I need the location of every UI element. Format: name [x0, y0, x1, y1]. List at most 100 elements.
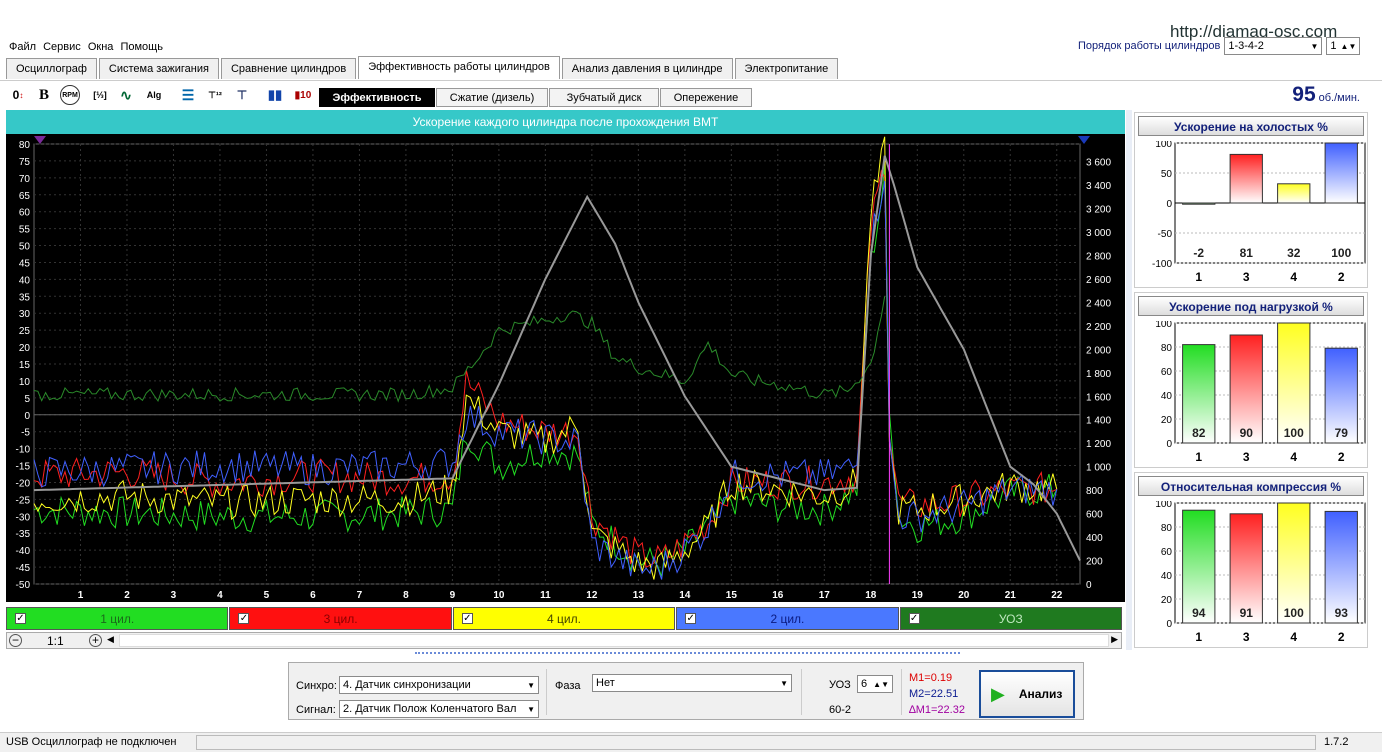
filter-icon[interactable]: ⊤ — [232, 85, 252, 105]
subtab-compression[interactable]: Сжатие (дизель) — [436, 88, 548, 107]
tab-power[interactable]: Электропитание — [734, 58, 839, 79]
subtab-efficiency[interactable]: Эффективность — [319, 88, 435, 107]
bar-category-label: 2 — [1338, 270, 1345, 284]
subtab-advance[interactable]: Опережение — [660, 88, 752, 107]
y2-tick-label: 3 600 — [1086, 158, 1111, 169]
numeric-scale-icon[interactable]: ⊤¹² — [205, 85, 225, 105]
bar-y-tick: 50 — [1161, 169, 1173, 180]
tab-compare-cylinders[interactable]: Сравнение цилиндров — [220, 58, 357, 79]
main-chart-plot[interactable]: 80757065605550454035302520151050-5-10-15… — [6, 134, 1125, 602]
x-tick-label: 2 — [124, 590, 130, 601]
signal-value: 2. Датчик Полож Коленчатого Вал — [343, 703, 517, 715]
zero-shift-icon[interactable]: 0 ↕ — [8, 85, 28, 105]
bar-category-label: 4 — [1290, 270, 1297, 284]
uoz-label: УОЗ — [829, 679, 851, 691]
scrollbar-track[interactable] — [119, 634, 1109, 647]
legend-label: УОЗ — [998, 611, 1023, 626]
signal-select[interactable]: 2. Датчик Полож Коленчатого Вал ▼ — [339, 700, 539, 718]
y-tick-label: 5 — [24, 394, 30, 405]
y-tick-label: 70 — [19, 174, 31, 185]
splitter-vertical[interactable] — [1126, 110, 1132, 650]
menu-windows[interactable]: Окна — [88, 38, 114, 56]
bar-category-label: 4 — [1290, 450, 1297, 464]
y-tick-label: -45 — [16, 563, 31, 574]
spin-icon: ▲▼ — [873, 679, 889, 689]
bar-category-label: 1 — [1195, 450, 1202, 464]
bar-y-tick: 60 — [1161, 367, 1173, 378]
bar-y-tick: 80 — [1161, 343, 1173, 354]
bar-4 — [1277, 322, 1311, 444]
y2-tick-label: 2 800 — [1086, 251, 1111, 262]
bar-3 — [1229, 153, 1263, 204]
subtab-toothed-disk[interactable]: Зубчатый диск — [549, 88, 659, 107]
x-tick-label: 1 — [78, 590, 84, 601]
load-accel-title: Ускорение под нагрузкой % — [1138, 296, 1364, 316]
bar-2 — [1324, 142, 1358, 204]
marker-left-icon — [34, 136, 46, 144]
chevron-down-icon: ▼ — [780, 678, 788, 688]
y-tick-label: 40 — [19, 275, 31, 286]
menu-help[interactable]: Помощь — [120, 38, 163, 56]
legend-uoz[interactable]: ✓ УОЗ — [899, 607, 1123, 630]
firing-order-select[interactable]: 1-3-4-2 ▼ — [1224, 37, 1323, 55]
panel-idle-accel: Ускорение на холостых % 100 50 0 -50 -100 -2 1… — [1134, 112, 1368, 288]
x-tick-label: 15 — [726, 590, 738, 601]
bar-y-tick: 100 — [1155, 141, 1172, 150]
bar-category-label: 1 — [1195, 270, 1202, 284]
bug-icon[interactable]: ☰ — [178, 85, 198, 105]
menu-file[interactable]: Файл — [9, 38, 36, 56]
x-tick-label: 17 — [819, 590, 831, 601]
legend-cyl-4[interactable]: ✓ 4 цил. — [452, 607, 676, 630]
status-bar: USB Осциллограф не подключен 1.7.2 — [0, 732, 1382, 752]
zoom-in-icon[interactable]: + — [89, 634, 102, 647]
tab-pressure-analysis[interactable]: Анализ давления в цилиндре — [561, 58, 733, 79]
cursor-scale-icon[interactable]: [⅓] — [90, 85, 110, 105]
firing-order-label: Порядок работы цилиндров — [1078, 40, 1221, 52]
legend-cyl-1[interactable]: ✓ 1 цил. — [6, 607, 229, 630]
alg-icon[interactable]: Alg — [144, 85, 164, 105]
tab-ignition[interactable]: Система зажигания — [98, 58, 219, 79]
x-tick-label: 21 — [1005, 590, 1017, 601]
zoom-ratio: 1:1 — [47, 634, 64, 648]
x-tick-label: 8 — [403, 590, 409, 601]
y-tick-label: -15 — [16, 462, 31, 473]
tab-oscilloscope[interactable]: Осциллограф — [6, 58, 97, 79]
compression-title: Относительная компрессия % — [1138, 476, 1364, 496]
tab-cylinder-efficiency[interactable]: Эффективность работы цилиндров — [358, 56, 560, 79]
y2-tick-label: 3 200 — [1086, 205, 1111, 216]
sync-value: 4. Датчик синхронизации — [343, 679, 471, 691]
analyze-button[interactable]: ▶ Анализ — [979, 670, 1075, 718]
scroll-right-icon[interactable]: ▶ — [1111, 634, 1118, 645]
sync-select[interactable]: 4. Датчик синхронизации ▼ — [339, 676, 539, 694]
menu-service[interactable]: Сервис — [43, 38, 81, 56]
counter-icon[interactable]: ▮10 — [293, 85, 313, 105]
marker-m2: M2=22.51 — [909, 688, 959, 700]
rpm-icon[interactable]: RPM — [60, 85, 80, 105]
main-chart[interactable]: Ускорение каждого цилиндра после прохожд… — [6, 110, 1125, 602]
phase-select[interactable]: Нет ▼ — [592, 674, 792, 692]
legend-cyl-2[interactable]: ✓ 2 цил. — [676, 607, 899, 630]
bar-y-tick: 100 — [1155, 321, 1172, 330]
chevron-down-icon: ▼ — [527, 680, 535, 690]
bar-4 — [1277, 502, 1311, 624]
chart-title: Ускорение каждого цилиндра после прохожд… — [6, 110, 1125, 134]
legend-label: 1 цил. — [100, 611, 135, 626]
uoz-stepper[interactable]: 6 ▲▼ — [857, 675, 893, 693]
bar-value-label: -2 — [1193, 246, 1204, 260]
uoz-value: 6 — [861, 678, 868, 690]
legend-cyl-3[interactable]: ✓ 3 цил. — [229, 607, 452, 630]
y2-tick-label: 200 — [1086, 557, 1103, 568]
play-icon: ▶ — [991, 683, 1005, 704]
splitter-horizontal[interactable] — [415, 652, 960, 658]
scroll-left-icon[interactable]: ◀ — [107, 634, 114, 645]
bold-b-icon[interactable]: B — [34, 85, 54, 105]
x-tick-label: 20 — [958, 590, 970, 601]
x-tick-label: 16 — [772, 590, 784, 601]
sine-wave-icon[interactable]: ∿ — [116, 85, 136, 105]
bars-icon[interactable]: ▮▮ — [265, 85, 285, 105]
firing-order-stepper[interactable]: 1 ▲▼ — [1326, 37, 1361, 55]
bar-value-label: 100 — [1284, 426, 1304, 440]
y-tick-label: 75 — [19, 157, 31, 168]
y-tick-label: 10 — [19, 377, 31, 388]
zoom-out-icon[interactable]: − — [9, 634, 22, 647]
